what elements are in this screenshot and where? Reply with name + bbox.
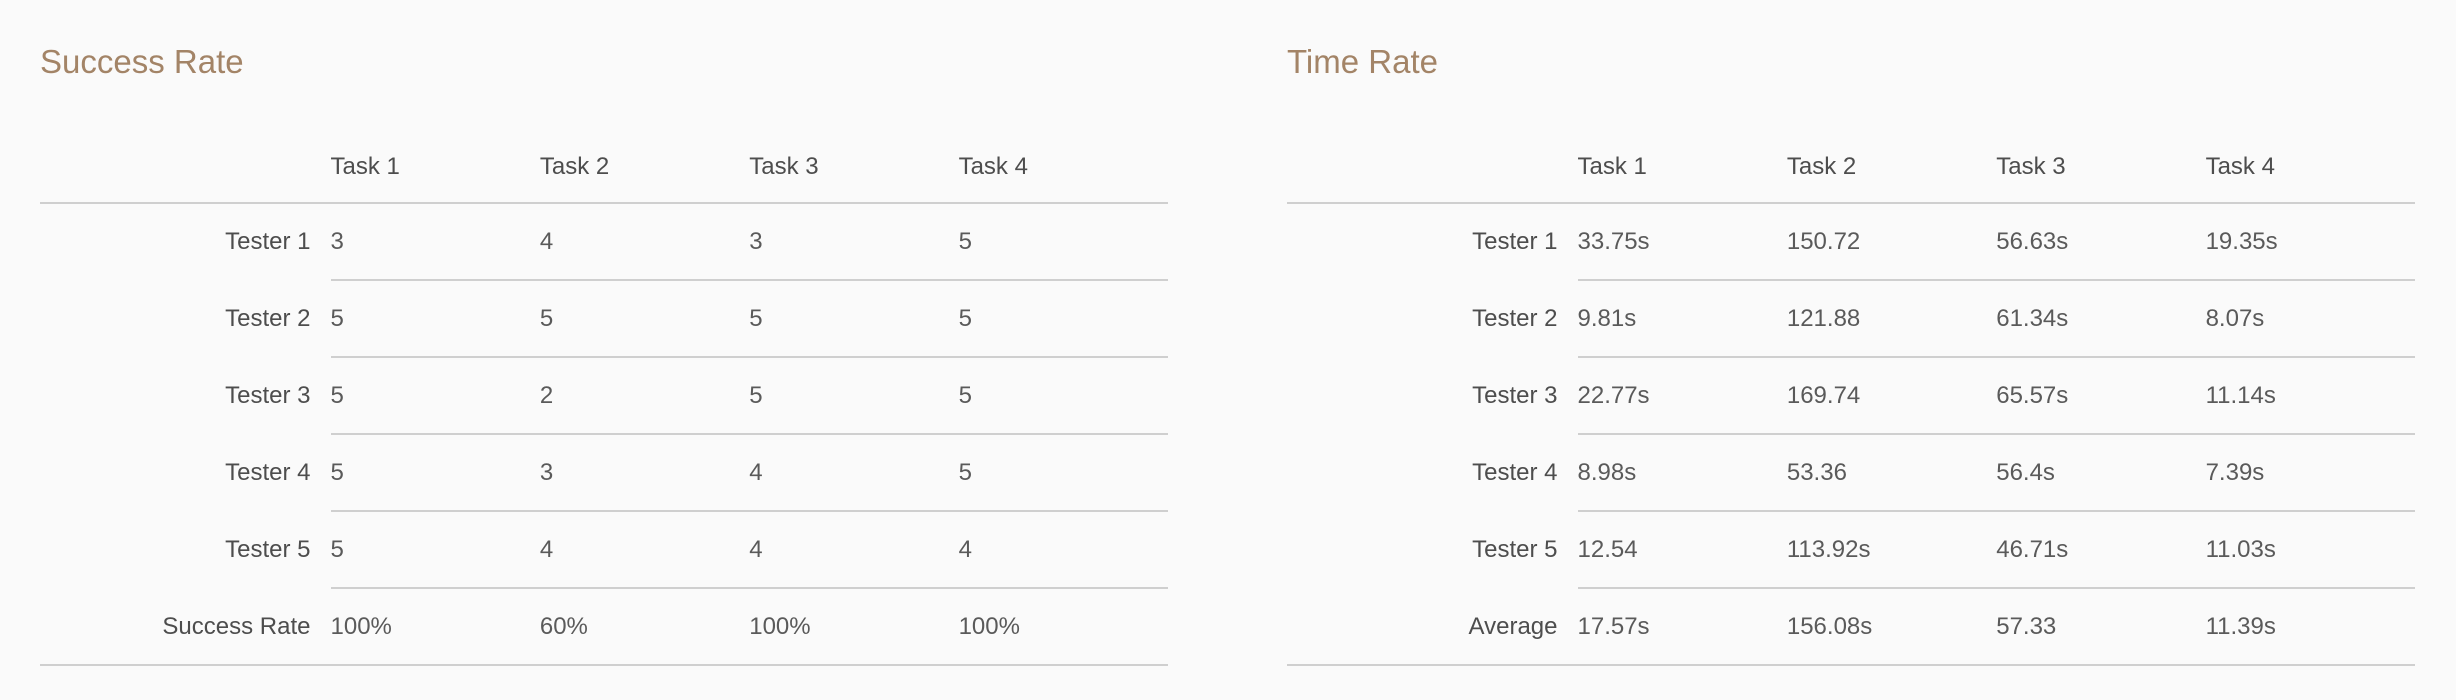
- table-cell: 100%: [330, 588, 540, 666]
- column-header: Task 2: [1786, 152, 1857, 180]
- table-row: Tester 5 12.54 113.92s 46.71s 11.03s: [1287, 511, 2415, 589]
- row-label: Average: [1287, 588, 1578, 666]
- table-cell: 11.14s: [2205, 357, 2415, 435]
- table-cell: 5: [330, 511, 540, 589]
- table-row: Tester 4 8.98s 53.36 56.4s 7.39s: [1287, 434, 2415, 512]
- row-label: Tester 2: [1472, 304, 1558, 332]
- row-label: Tester 3: [225, 381, 311, 409]
- table-cell: 46.71s: [1996, 511, 2206, 589]
- table-cell: 3: [539, 434, 750, 512]
- table-cell: 4: [539, 203, 750, 281]
- row-label: Tester 4: [1472, 458, 1558, 486]
- table-cell: 5: [958, 357, 1168, 435]
- table-cell: 17.57s: [1577, 588, 1787, 666]
- row-label: Tester 1: [1472, 227, 1558, 255]
- row-label: Tester 5: [225, 535, 311, 563]
- table-cell: 169.74: [1786, 357, 1997, 435]
- row-label: Success Rate: [40, 588, 331, 666]
- table-cell: 5: [749, 357, 959, 435]
- header-corner: [1287, 131, 1578, 203]
- table-header-row: Task 1 Task 2 Task 3 Task 4: [1287, 131, 2415, 203]
- column-header: Task 4: [958, 152, 1028, 180]
- success-rate-title: Success Rate: [40, 43, 244, 80]
- row-label: Tester 3: [1472, 381, 1558, 409]
- table-cell: 57.33: [1996, 588, 2206, 666]
- success-rate-table: Task 1 Task 2 Task 3 Task 4 Tester 1 3 4…: [40, 131, 1168, 666]
- header-corner: [40, 131, 331, 203]
- table-cell: 11.03s: [2205, 511, 2415, 589]
- row-label: Tester 1: [225, 227, 311, 255]
- table-row: Tester 4 5 3 4 5: [40, 434, 1168, 512]
- row-label: Tester 5: [1472, 535, 1558, 563]
- time-rate-table: Task 1 Task 2 Task 3 Task 4 Tester 1 33.…: [1287, 131, 2415, 666]
- table-cell: 8.07s: [2205, 280, 2415, 358]
- table-cell: 5: [958, 434, 1168, 512]
- table-cell: 7.39s: [2205, 434, 2415, 512]
- table-cell: 100%: [749, 588, 959, 666]
- table-cell: 5: [330, 434, 540, 512]
- table-cell: 121.88: [1786, 280, 1997, 358]
- table-cell: 60%: [539, 588, 750, 666]
- table-cell: 5: [539, 280, 750, 358]
- table-row: Tester 3 22.77s 169.74 65.57s 11.14s: [1287, 357, 2415, 435]
- table-cell: 2: [539, 357, 750, 435]
- time-rate-title: Time Rate: [1287, 43, 1438, 80]
- table-cell: 9.81s: [1577, 280, 1787, 358]
- table-cell: 65.57s: [1996, 357, 2206, 435]
- table-cell: 56.63s: [1996, 203, 2206, 281]
- table-row: Tester 2 5 5 5 5: [40, 280, 1168, 358]
- table-cell: 33.75s: [1577, 203, 1787, 281]
- table-row: Tester 2 9.81s 121.88 61.34s 8.07s: [1287, 280, 2415, 358]
- column-header: Task 1: [1577, 152, 1647, 180]
- column-header: Task 1: [330, 152, 400, 180]
- row-label: Tester 4: [225, 458, 311, 486]
- summary-row: Success Rate 100% 60% 100% 100%: [40, 588, 1168, 666]
- table-cell: 5: [330, 357, 540, 435]
- table-cell: 100%: [958, 588, 1168, 666]
- table-cell: 4: [539, 511, 750, 589]
- table-cell: 5: [330, 280, 540, 358]
- row-label: Tester 2: [225, 304, 311, 332]
- table-row: Tester 1 3 4 3 5: [40, 203, 1168, 281]
- table-cell: 61.34s: [1996, 280, 2206, 358]
- table-cell: 11.39s: [2205, 588, 2415, 666]
- table-cell: 4: [749, 511, 959, 589]
- table-cell: 19.35s: [2205, 203, 2415, 281]
- column-header: Task 3: [749, 152, 819, 180]
- column-header: Task 4: [2205, 152, 2275, 180]
- table-row: Tester 5 5 4 4 4: [40, 511, 1168, 589]
- column-header: Task 2: [539, 152, 610, 180]
- table-cell: 4: [749, 434, 959, 512]
- table-row: Tester 3 5 2 5 5: [40, 357, 1168, 435]
- table-cell: 4: [958, 511, 1168, 589]
- table-cell: 113.92s: [1786, 511, 1997, 589]
- table-cell: 12.54: [1577, 511, 1787, 589]
- table-cell: 56.4s: [1996, 434, 2206, 512]
- table-cell: 150.72: [1786, 203, 1997, 281]
- table-cell: 156.08s: [1786, 588, 1997, 666]
- table-cell: 5: [749, 280, 959, 358]
- table-cell: 22.77s: [1577, 357, 1787, 435]
- table-cell: 5: [958, 203, 1168, 281]
- table-row: Tester 1 33.75s 150.72 56.63s 19.35s: [1287, 203, 2415, 281]
- table-cell: 8.98s: [1577, 434, 1787, 512]
- table-cell: 5: [958, 280, 1168, 358]
- table-header-row: Task 1 Task 2 Task 3 Task 4: [40, 131, 1168, 203]
- table-cell: 3: [330, 203, 540, 281]
- summary-row: Average 17.57s 156.08s 57.33 11.39s: [1287, 588, 2415, 666]
- table-cell: 53.36: [1786, 434, 1997, 512]
- table-cell: 3: [749, 203, 959, 281]
- column-header: Task 3: [1996, 152, 2066, 180]
